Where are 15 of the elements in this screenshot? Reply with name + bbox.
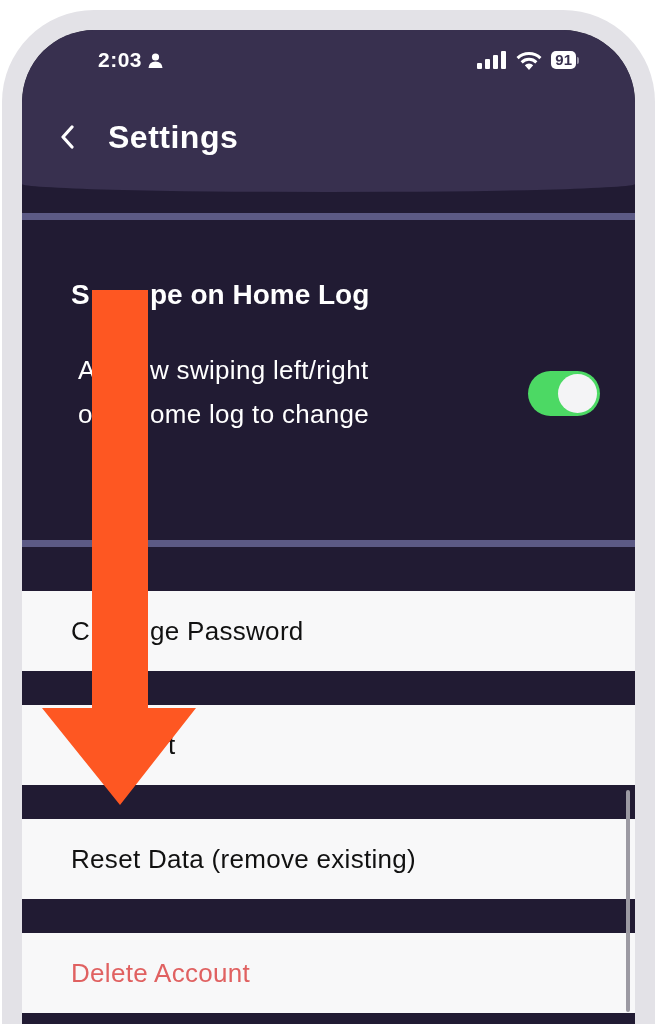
person-icon [148, 52, 164, 68]
clock-time: 2:03 [98, 48, 143, 72]
setting-description: ome log to change [150, 398, 370, 430]
page-title: Settings [108, 118, 239, 156]
setting-title-start: S [71, 279, 91, 311]
setting-description-start: o [78, 398, 94, 430]
battery-level: 91 [551, 51, 576, 69]
setting-title: pe on Home Log [150, 279, 370, 311]
wifi-icon [516, 50, 543, 70]
toggle-switch[interactable] [528, 370, 600, 416]
setting-description: w swiping left/right [150, 354, 369, 386]
signal-icon [477, 51, 508, 69]
back-icon [60, 125, 74, 149]
settings-row[interactable]: Reset Data (remove existing) [22, 819, 635, 899]
settings-row[interactable]: C ge Password [22, 591, 635, 671]
